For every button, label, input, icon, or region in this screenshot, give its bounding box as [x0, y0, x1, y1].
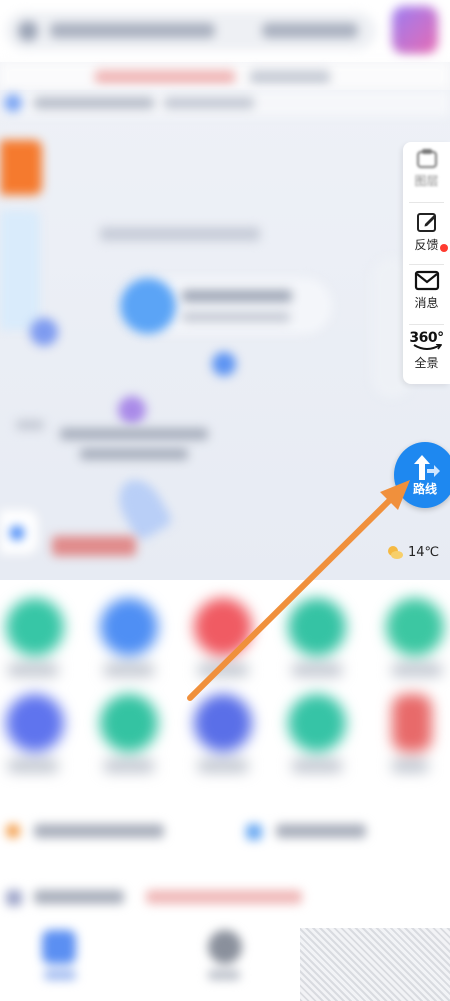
service-label [104, 664, 154, 676]
notification-dot [440, 244, 448, 252]
service-label [292, 760, 342, 772]
search-icon [18, 21, 38, 41]
messages-label: 消息 [414, 296, 439, 310]
map-right-toolbar: 图层 反馈 消息 360° 全景 [403, 142, 450, 384]
service-label [392, 664, 442, 676]
user-avatar[interactable] [392, 6, 438, 54]
map-place-label [100, 227, 260, 241]
watermark-pattern [300, 928, 450, 1001]
search-secondary-blurred [262, 23, 358, 38]
messages-button[interactable]: 消息 [403, 270, 450, 311]
tip-bubble-icon [120, 278, 176, 334]
service-icon[interactable] [386, 598, 444, 656]
partly-cloudy-icon [388, 546, 403, 559]
nav-home-label [44, 970, 76, 980]
edit-icon [416, 213, 436, 232]
feedback-label: 反馈 [414, 238, 439, 252]
nav-second-icon[interactable] [208, 930, 242, 964]
route-label: 路线 [412, 481, 437, 496]
map-poi-marker[interactable] [212, 352, 236, 376]
service-icon[interactable] [6, 694, 64, 752]
search-bar[interactable] [6, 12, 376, 50]
service-label [392, 760, 428, 772]
service-icon[interactable] [288, 694, 346, 752]
panorama-label: 全景 [414, 356, 439, 370]
map-poi-label [60, 428, 208, 440]
notice-grey-text [250, 70, 330, 84]
weather-widget[interactable]: 14℃ [386, 542, 439, 562]
service-icon[interactable] [6, 598, 64, 656]
service-icon[interactable] [392, 694, 432, 752]
top-bar [0, 0, 450, 62]
info-bullet-icon [6, 890, 22, 906]
search-placeholder-blurred [50, 23, 215, 38]
service-label [104, 760, 154, 772]
app-screen: 图层 反馈 消息 360° 全景 路线 14℃ [0, 0, 450, 1001]
tip-bubble-subtitle [182, 312, 290, 322]
map-strip-text [34, 97, 154, 109]
service-label [292, 664, 342, 676]
map-poi-marker[interactable] [30, 318, 58, 346]
info-text[interactable] [34, 890, 124, 904]
service-icon[interactable] [100, 598, 158, 656]
mail-icon [414, 270, 439, 291]
panorama-button[interactable]: 360° 全景 [403, 330, 450, 371]
service-label [198, 664, 248, 676]
layers-label: 图层 [414, 174, 439, 188]
service-icon[interactable] [288, 598, 346, 656]
info-highlight-text[interactable] [146, 890, 302, 904]
map-poi-label [16, 420, 44, 430]
service-label [8, 760, 58, 772]
toolbar-divider [409, 202, 444, 203]
layers-icon [416, 149, 437, 168]
weather-temperature: 14℃ [408, 544, 440, 560]
panorama-arc-icon [412, 344, 442, 350]
service-icon[interactable] [100, 694, 158, 752]
toolbar-divider [409, 264, 444, 265]
tip-bubble-title [182, 290, 292, 302]
map-poi-label [80, 448, 188, 460]
location-icon [4, 94, 22, 112]
map-logo [52, 536, 136, 556]
nav-second-label [208, 970, 240, 980]
map-poi-marker[interactable] [118, 396, 146, 424]
service-label [8, 664, 58, 676]
locate-icon [10, 526, 24, 540]
info-text[interactable] [34, 824, 164, 838]
nav-home-icon[interactable] [42, 930, 76, 964]
route-button[interactable]: 路线 [394, 442, 450, 508]
service-label [198, 760, 248, 772]
info-bullet-icon [246, 824, 262, 840]
promo-card[interactable] [0, 140, 42, 195]
service-icon[interactable] [194, 598, 252, 656]
route-arrow-icon [414, 454, 440, 480]
toolbar-divider [409, 324, 444, 325]
layers-button[interactable]: 图层 [403, 148, 450, 189]
info-text[interactable] [276, 824, 366, 838]
map-strip-text-2 [164, 97, 254, 109]
info-bullet-icon [6, 824, 20, 838]
service-icon[interactable] [194, 694, 252, 752]
notice-red-text [95, 70, 235, 84]
left-side-tab[interactable] [0, 210, 40, 330]
